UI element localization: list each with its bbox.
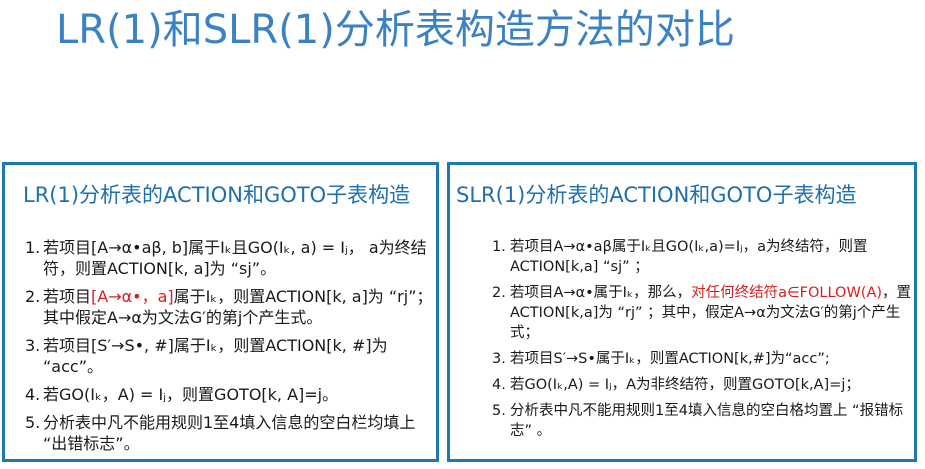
lr1-rule-2: 2. 若项目[A→α•，a]属于Iₖ，则置ACTION[k, a]为 “rj”；其… (25, 286, 435, 328)
rule-text: 若GO(Iₖ,A) = Iⱼ，A为非终结符，则置GOTO[k,A]=j； (510, 377, 860, 393)
rule-text: 若GO(Iₖ，A) = Iⱼ，则置GOTO[k, A]=j。 (43, 385, 339, 404)
lr1-rule-1: 1. 若项目[A→α•aβ, b]属于Iₖ且GO(Iₖ, a) = Iⱼ， a为终… (25, 237, 435, 279)
rule-text: 若项目A→α•aβ属于Iₖ且GO(Iₖ,a)=Iⱼ，a为终结符，则置ACTION… (510, 239, 868, 275)
lr1-rule-5: 5. 分析表中凡不能用规则1至4填入信息的空白栏均填上 “出错标志”。 (25, 412, 435, 454)
rule-text: 若项目[A→α•aβ, b]属于Iₖ且GO(Iₖ, a) = Iⱼ， a为终结符… (43, 238, 427, 278)
rule-text: 分析表中凡不能用规则1至4填入信息的空白栏均填上 “出错标志”。 (43, 413, 416, 453)
rule-text-pre: 若项目A→α•属于Iₖ，那么， (510, 285, 692, 301)
slr1-rule-3: 3. 若项目S′→S•属于Iₖ，则置ACTION[k,#]为“acc”; (492, 349, 912, 369)
page-title: LR(1)和SLR(1)分析表构造方法的对比 (56, 7, 735, 53)
rule-text-highlight: 对任何终结符a∈FOLLOW(A) (691, 285, 883, 301)
slr1-rule-5: 5. 分析表中凡不能用规则1至4填入信息的空白格均置上 “报错标志” 。 (492, 401, 912, 441)
rule-number: 5. (492, 403, 506, 419)
rule-text-pre: 若项目 (43, 287, 92, 306)
rule-number: 4. (492, 377, 506, 393)
rule-number: 3. (492, 351, 506, 367)
rule-number: 1. (25, 238, 41, 257)
lr1-panel: LR(1)分析表的ACTION和GOTO子表构造 1. 若项目[A→α•aβ, b… (2, 162, 439, 462)
lr1-rule-3: 3. 若项目[S′→S•, #]属于Iₖ，则置ACTION[k, #]为 “acc… (25, 335, 435, 377)
lr1-rule-4: 4. 若GO(Iₖ，A) = Iⱼ，则置GOTO[k, A]=j。 (25, 384, 435, 405)
rule-number: 2. (25, 287, 41, 306)
slr1-rule-2: 2. 若项目A→α•属于Iₖ，那么，对任何终结符a∈FOLLOW(A)，置ACTI… (492, 283, 912, 343)
rule-text-highlight: [A→α•，a] (91, 287, 174, 306)
rule-text: 若项目S′→S•属于Iₖ，则置ACTION[k,#]为“acc”; (510, 351, 830, 367)
slr1-rule-4: 4. 若GO(Iₖ,A) = Iⱼ，A为非终结符，则置GOTO[k,A]=j； (492, 375, 912, 395)
lr1-rule-list: 1. 若项目[A→α•aβ, b]属于Iₖ且GO(Iₖ, a) = Iⱼ， a为终… (25, 237, 435, 461)
rule-number: 1. (492, 239, 506, 255)
rule-text: 若项目[S′→S•, #]属于Iₖ，则置ACTION[k, #]为 “acc”。 (43, 336, 388, 376)
slr1-heading: SLR(1)分析表的ACTION和GOTO子表构造 (456, 183, 857, 207)
slr1-panel: SLR(1)分析表的ACTION和GOTO子表构造 1. 若项目A→α•aβ属于I… (447, 162, 917, 462)
rule-number: 3. (25, 336, 41, 355)
rule-number: 4. (25, 385, 41, 404)
lr1-heading: LR(1)分析表的ACTION和GOTO子表构造 (23, 183, 411, 207)
slr1-rule-list: 1. 若项目A→α•aβ属于Iₖ且GO(Iₖ,a)=Iⱼ，a为终结符，则置ACTI… (492, 237, 912, 447)
slr1-rule-1: 1. 若项目A→α•aβ属于Iₖ且GO(Iₖ,a)=Iⱼ，a为终结符，则置ACTI… (492, 237, 912, 277)
rule-number: 5. (25, 413, 41, 432)
rule-number: 2. (492, 285, 506, 301)
rule-text: 分析表中凡不能用规则1至4填入信息的空白格均置上 “报错标志” 。 (510, 403, 904, 439)
